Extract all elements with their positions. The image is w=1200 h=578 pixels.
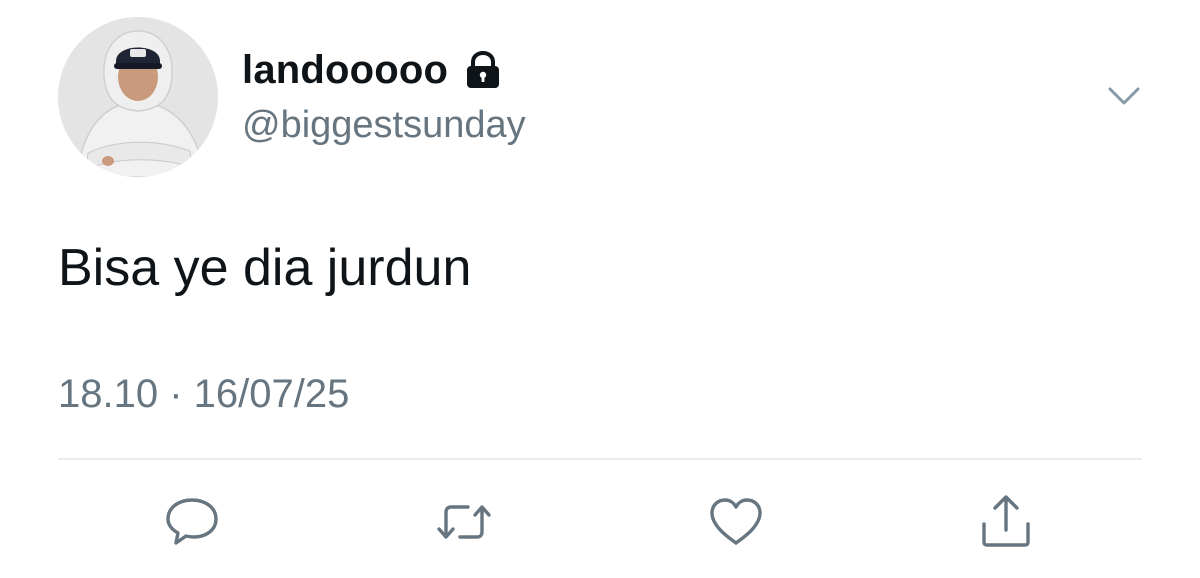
share-upload-icon bbox=[982, 495, 1030, 547]
tweet-timestamp[interactable]: 18.10 · 16/07/25 bbox=[58, 372, 349, 417]
share-button[interactable] bbox=[976, 492, 1036, 552]
user-name-row: landooooo bbox=[242, 44, 504, 96]
heart-icon bbox=[710, 498, 762, 545]
user-handle[interactable]: @biggestsunday bbox=[242, 104, 526, 147]
like-button[interactable] bbox=[706, 492, 766, 552]
reply-button[interactable] bbox=[162, 492, 222, 552]
speech-bubble-icon bbox=[166, 498, 218, 545]
avatar-image bbox=[58, 17, 218, 177]
chevron-down-icon[interactable] bbox=[1106, 82, 1142, 110]
tweet-text: Bisa ye dia jurdun bbox=[58, 239, 472, 297]
divider bbox=[58, 458, 1142, 460]
retweet-button[interactable] bbox=[434, 492, 494, 552]
display-name[interactable]: landooooo bbox=[242, 48, 448, 93]
avatar[interactable] bbox=[58, 17, 218, 177]
lock-icon bbox=[462, 49, 504, 91]
tweet-card: landooooo @biggestsunday Bisa ye dia jur… bbox=[0, 0, 1200, 578]
retweet-arrows-icon bbox=[437, 505, 491, 539]
